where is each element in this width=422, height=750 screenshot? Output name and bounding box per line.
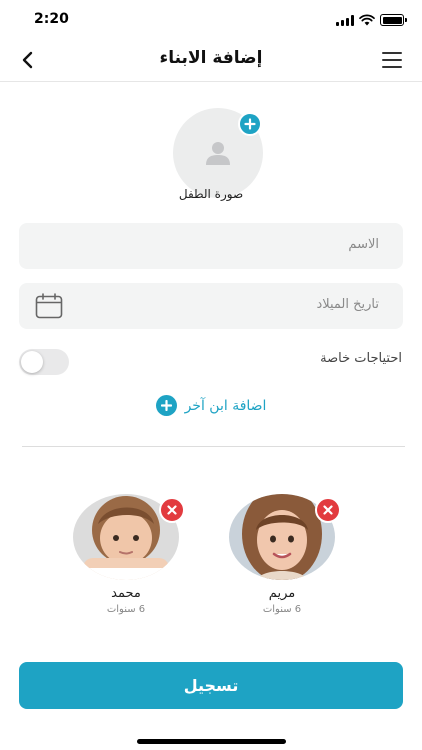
child-age: 6 سنوات — [106, 604, 146, 615]
close-icon — [323, 505, 333, 515]
calendar-icon[interactable] — [35, 293, 63, 319]
page-title: إضافة الابناء — [159, 48, 263, 68]
status-bar: 2:20 — [0, 0, 422, 38]
child-card[interactable]: مريم 6 سنوات — [229, 494, 341, 615]
add-another-child-label: اضافة ابن آخر — [184, 397, 267, 414]
special-needs-label: احتياجات خاصة — [320, 351, 402, 366]
plus-circle-icon — [155, 395, 177, 416]
add-photo-button[interactable] — [238, 112, 262, 136]
child-age: 6 سنوات — [262, 604, 302, 615]
name-field[interactable]: الاسم — [19, 223, 403, 269]
name-placeholder: الاسم — [348, 237, 379, 252]
status-time: 2:20 — [34, 11, 69, 27]
toggle-knob — [21, 351, 43, 373]
divider — [22, 446, 405, 447]
person-placeholder-icon — [206, 142, 230, 165]
add-another-child-button[interactable]: اضافة ابن آخر — [0, 395, 422, 416]
register-button[interactable]: تسجيل — [19, 662, 403, 709]
birthdate-field[interactable]: تاريخ الميلاد — [19, 283, 403, 329]
cellular-signal-icon — [336, 14, 354, 26]
menu-button[interactable] — [382, 52, 402, 68]
birthdate-placeholder: تاريخ الميلاد — [316, 297, 379, 312]
battery-icon — [380, 14, 407, 26]
nav-bar: إضافة الابناء — [0, 38, 422, 82]
child-photo-label: صورة الطفل — [178, 187, 244, 201]
child-name: مريم — [268, 586, 296, 601]
home-indicator — [137, 739, 286, 744]
plus-icon — [244, 118, 256, 130]
close-icon — [167, 505, 177, 515]
wifi-icon — [359, 14, 375, 26]
remove-child-button[interactable] — [315, 497, 341, 523]
status-icons — [336, 14, 407, 26]
child-card[interactable]: محمد 6 سنوات — [73, 494, 185, 615]
special-needs-toggle[interactable] — [19, 349, 69, 375]
child-name: محمد — [111, 586, 141, 601]
remove-child-button[interactable] — [159, 497, 185, 523]
